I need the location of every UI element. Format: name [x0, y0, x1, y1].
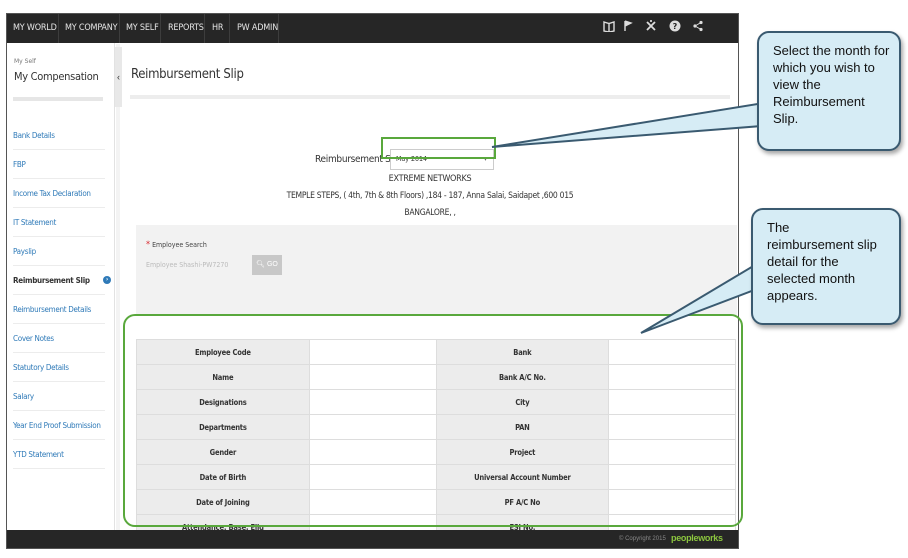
month-callout-text: Select the month for which you wish to v… [773, 43, 890, 126]
detail-callout: The reimbursement slip detail for the se… [751, 208, 901, 325]
month-callout-pointer [491, 100, 777, 148]
detail-callout-text: The reimbursement slip detail for the se… [767, 220, 877, 303]
month-callout: Select the month for which you wish to v… [757, 31, 901, 151]
